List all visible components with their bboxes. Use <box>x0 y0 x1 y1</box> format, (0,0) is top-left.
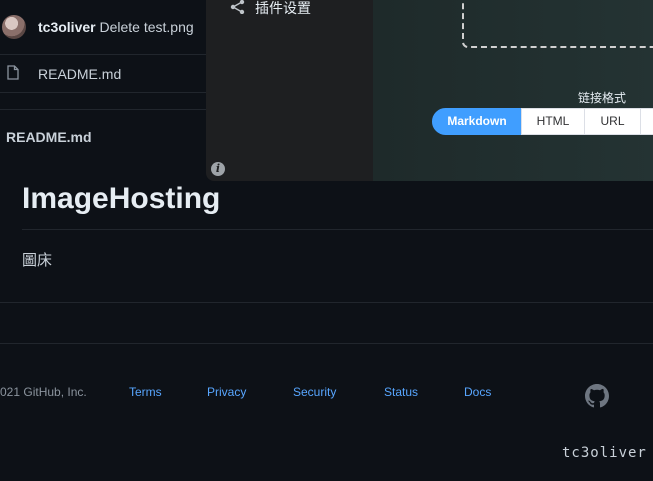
footer-link-docs[interactable]: Docs <box>464 385 491 399</box>
footer-divider <box>0 343 653 344</box>
commit-author[interactable]: tc3oliver <box>38 19 96 35</box>
plugin-sidebar <box>206 0 373 181</box>
footer-copyright: 021 GitHub, Inc. <box>0 385 87 399</box>
share-icon <box>230 0 245 14</box>
title-divider <box>22 229 653 230</box>
format-url-button[interactable]: URL <box>584 108 641 135</box>
github-logo-icon[interactable] <box>585 384 609 408</box>
divider <box>0 302 653 303</box>
footer-link-security[interactable]: Security <box>293 385 336 399</box>
file-icon <box>7 65 19 80</box>
readme-description: 圖床 <box>22 252 53 269</box>
format-next-button[interactable] <box>640 108 653 135</box>
owner-name: tc3oliver <box>562 445 647 461</box>
link-format-label: 链接格式 <box>578 91 627 105</box>
latest-commit-row: tc3oliver Delete test.png <box>0 0 206 55</box>
info-icon[interactable]: i <box>211 162 225 176</box>
plugin-settings-menu-item[interactable]: 插件设置 <box>255 0 311 18</box>
avatar[interactable] <box>2 15 26 39</box>
footer-link-status[interactable]: Status <box>384 385 418 399</box>
file-name[interactable]: README.md <box>38 66 121 82</box>
upload-dropzone[interactable] <box>462 0 653 48</box>
format-markdown-button[interactable]: Markdown <box>432 108 522 135</box>
readme-title: ImageHosting <box>22 182 221 215</box>
format-html-button[interactable]: HTML <box>521 108 585 135</box>
footer-link-terms[interactable]: Terms <box>129 385 162 399</box>
commit-summary: tc3oliver Delete test.png <box>38 19 194 35</box>
footer-link-privacy[interactable]: Privacy <box>207 385 246 399</box>
commit-message[interactable]: Delete test.png <box>99 19 193 35</box>
readme-header[interactable]: README.md <box>6 129 92 145</box>
